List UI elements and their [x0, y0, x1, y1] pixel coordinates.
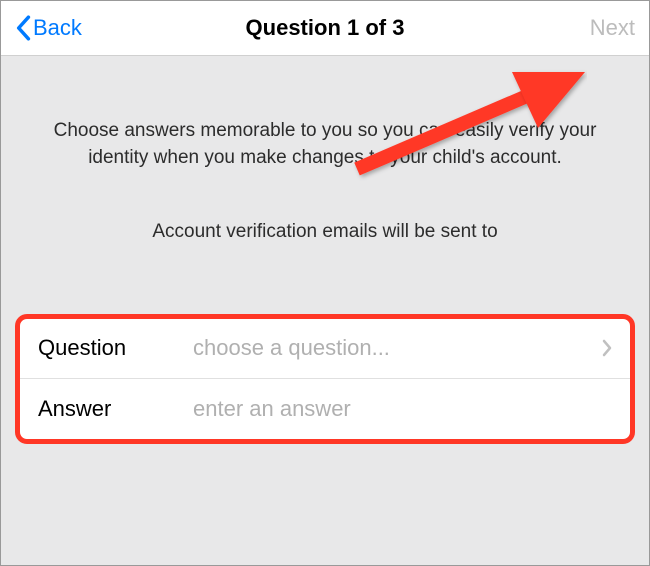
back-label: Back — [33, 15, 82, 41]
question-label: Question — [38, 335, 193, 361]
answer-placeholder: enter an answer — [193, 396, 612, 422]
answer-row[interactable]: Answer enter an answer — [20, 379, 630, 439]
instruction-text: Choose answers memorable to you so you c… — [1, 56, 649, 171]
chevron-right-icon — [602, 339, 612, 357]
question-placeholder: choose a question... — [193, 335, 602, 361]
navigation-bar: Back Question 1 of 3 Next — [1, 1, 649, 56]
content-area: Choose answers memorable to you so you c… — [1, 56, 649, 565]
back-button[interactable]: Back — [15, 15, 82, 41]
next-button[interactable]: Next — [590, 15, 635, 41]
page-title: Question 1 of 3 — [246, 15, 405, 41]
chevron-left-icon — [15, 15, 31, 41]
answer-label: Answer — [38, 396, 193, 422]
security-question-form: Question choose a question... Answer ent… — [15, 314, 635, 444]
question-row[interactable]: Question choose a question... — [20, 319, 630, 379]
verification-email-text: Account verification emails will be sent… — [1, 171, 649, 246]
